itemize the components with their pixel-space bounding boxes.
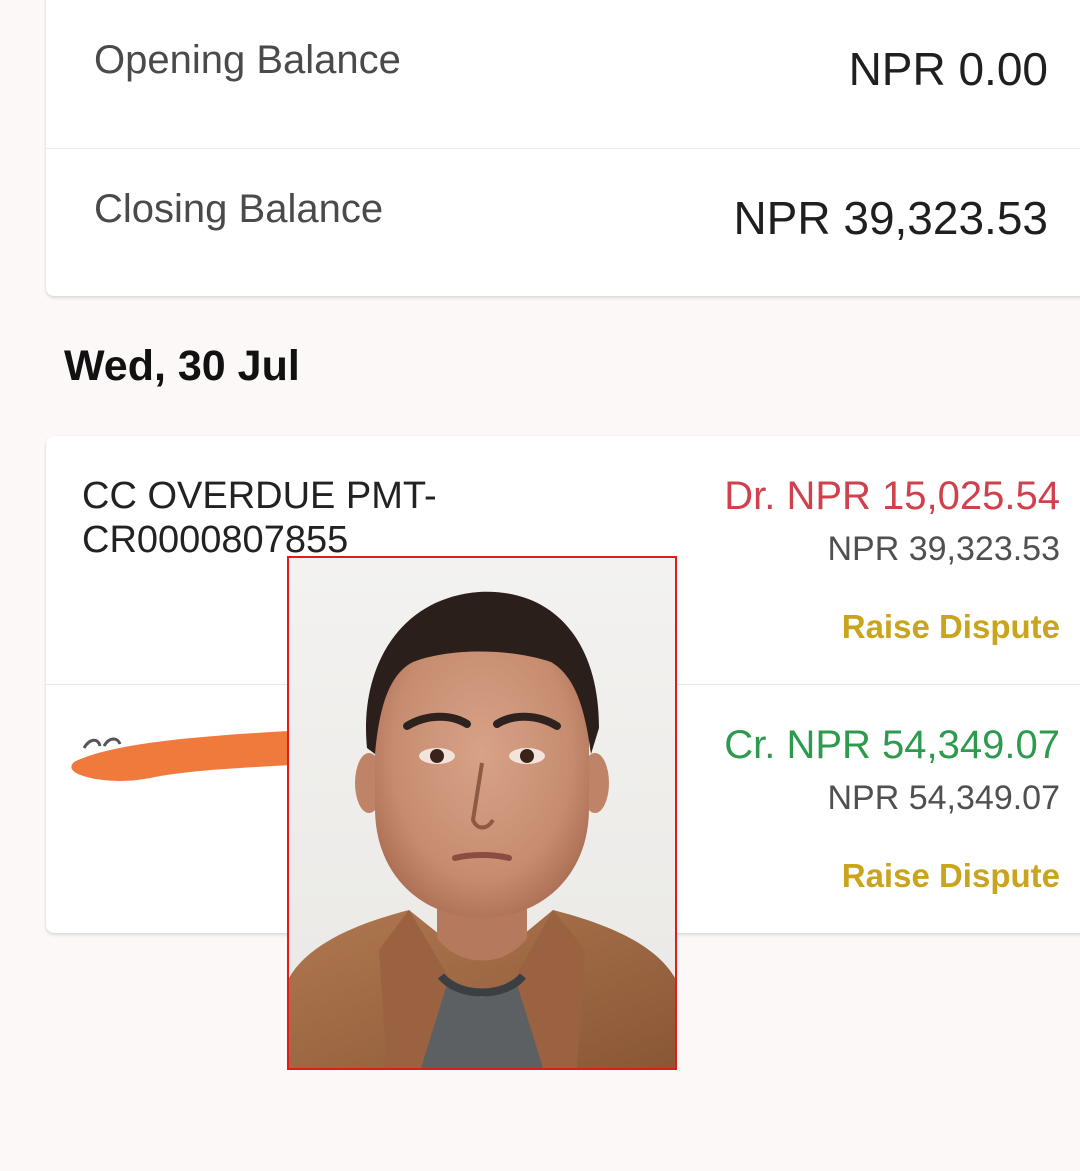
raise-dispute-button[interactable]: Raise Dispute [842,608,1060,646]
raise-dispute-button[interactable]: Raise Dispute [842,857,1060,895]
portrait-illustration [289,558,675,1068]
opening-balance-row: Opening Balance NPR 0.00 [46,0,1080,148]
date-heading: Wed, 30 Jul [64,342,300,390]
closing-balance-value: NPR 39,323.53 [733,192,1048,244]
passport-photo [287,556,677,1070]
balance-summary-card: Opening Balance NPR 0.00 Closing Balance… [46,0,1080,296]
opening-balance-value: NPR 0.00 [848,43,1048,95]
transaction-description: CC OVERDUE PMT-CR0000807855 [82,475,437,561]
scribble-redaction-icon [71,730,308,781]
closing-balance-label: Closing Balance [94,187,384,231]
closing-balance-row: Closing Balance NPR 39,323.53 [46,148,1080,297]
opening-balance-label: Opening Balance [94,38,401,82]
transaction-amount-credit: Cr. NPR 54,349.07 [724,723,1060,767]
transaction-running-balance: NPR 39,323.53 [827,530,1061,568]
transaction-amount-debit: Dr. NPR 15,025.54 [724,474,1060,518]
transaction-running-balance: NPR 54,349.07 [827,779,1061,817]
